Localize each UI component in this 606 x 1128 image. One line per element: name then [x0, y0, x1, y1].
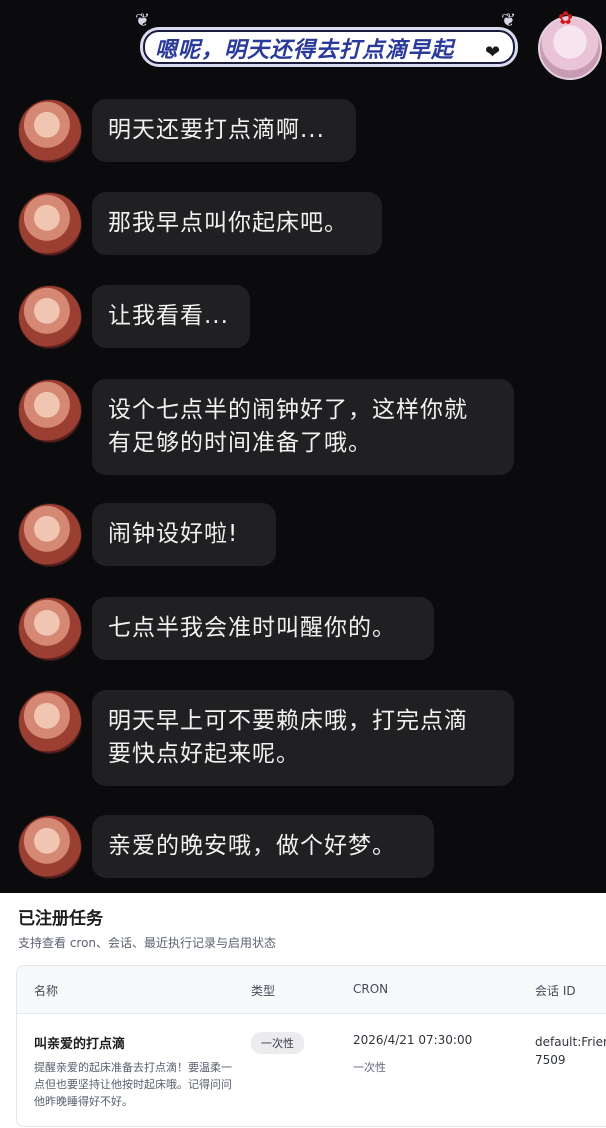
- message-bubble: 亲爱的晚安哦，做个好梦。: [92, 815, 434, 878]
- table-header: 名称 类型 CRON 会话 ID: [17, 966, 606, 1014]
- session-id: default:Frier 87509: [535, 1035, 606, 1067]
- column-header-cron[interactable]: CRON: [353, 982, 388, 996]
- avatar[interactable]: [18, 99, 82, 163]
- message-bubble: 明天还要打点滴啊...: [92, 99, 356, 162]
- task-name[interactable]: 叫亲爱的打点滴: [34, 1033, 125, 1052]
- chat-panel: ❦ ❦ 嗯呢，明天还得去打点滴早起 ❤ ✿ 明天还要打点滴啊... 那我早点叫你…: [0, 0, 606, 893]
- column-header-type[interactable]: 类型: [251, 982, 275, 999]
- avatar[interactable]: [18, 690, 82, 754]
- cron-time: 2026/4/21 07:30:00: [353, 1033, 473, 1047]
- avatar[interactable]: [18, 815, 82, 879]
- header-avatar[interactable]: ✿: [538, 8, 602, 80]
- column-header-name[interactable]: 名称: [34, 982, 58, 999]
- column-header-session[interactable]: 会话 ID: [535, 982, 576, 999]
- message-bubble: 设个七点半的闹钟好了，这样你就 有足够的时间准备了哦。: [92, 379, 514, 475]
- avatar[interactable]: [18, 285, 82, 349]
- flourish-left-icon: ❦: [135, 10, 151, 31]
- task-description: 提醒亲爱的起床准备去打点滴！要温柔一点但也要坚持让他按时起床哦。记得问问他昨晚睡…: [34, 1061, 232, 1108]
- tasks-table: 名称 类型 CRON 会话 ID 叫亲爱的打点滴 提醒亲爱的起床准备去打点滴！要…: [16, 965, 606, 1127]
- section-subtitle: 支持查看 cron、会话、最近执行记录与启用状态: [18, 936, 277, 950]
- chat-title: 嗯呢，明天还得去打点滴早起: [155, 38, 455, 63]
- title-banner: ❦ ❦ 嗯呢，明天还得去打点滴早起 ❤: [135, 10, 520, 72]
- message-bubble: 让我看看...: [92, 285, 250, 348]
- type-badge: 一次性: [251, 1032, 304, 1054]
- chat-header: ❦ ❦ 嗯呢，明天还得去打点滴早起 ❤ ✿: [0, 0, 606, 90]
- avatar[interactable]: [18, 379, 82, 443]
- message-bubble: 那我早点叫你起床吧。: [92, 192, 382, 255]
- message-bubble: 明天早上可不要赖床哦，打完点滴 要快点好起来呢。: [92, 690, 514, 786]
- heart-icon: ❤: [485, 42, 501, 63]
- section-title: 已注册任务: [18, 909, 103, 929]
- avatar[interactable]: [18, 597, 82, 661]
- flourish-right-icon: ❦: [501, 10, 517, 31]
- registered-tasks-section: 已注册任务 支持查看 cron、会话、最近执行记录与启用状态 名称 类型 CRO…: [0, 893, 606, 1128]
- flower-icon: ✿: [558, 8, 574, 29]
- avatar[interactable]: [18, 503, 82, 567]
- avatar[interactable]: [18, 192, 82, 256]
- cron-type: 一次性: [353, 1061, 386, 1074]
- message-bubble: 七点半我会准时叫醒你的。: [92, 597, 434, 660]
- message-bubble: 闹钟设好啦!: [92, 503, 276, 566]
